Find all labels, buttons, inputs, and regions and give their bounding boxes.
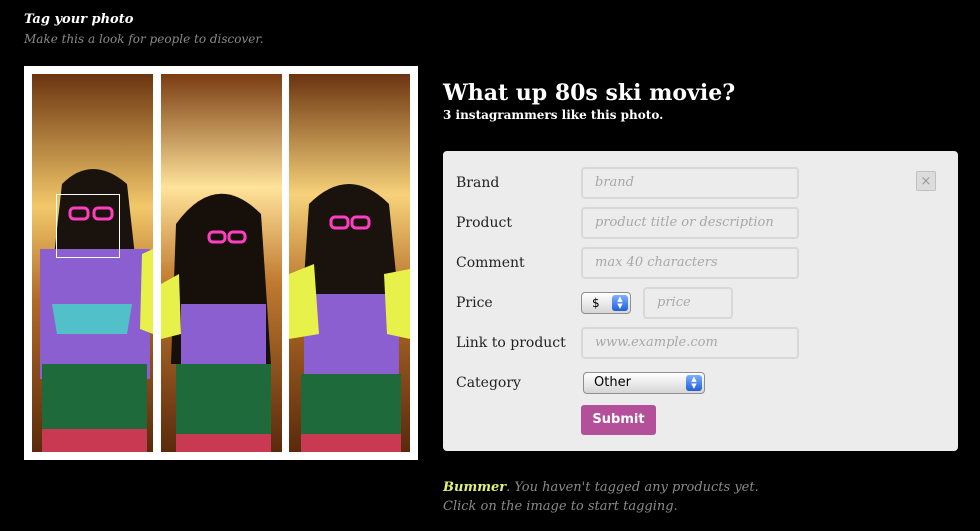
tag-face-box[interactable] (56, 194, 120, 258)
currency-value: $ (592, 296, 600, 310)
status-message: Bummer. You haven't tagged any products … (443, 480, 759, 514)
category-row: Category Other ▲ ▼ (443, 367, 958, 401)
price-row: Price $ ▲ ▼ price (443, 287, 958, 321)
status-line-1: Bummer. You haven't tagged any products … (443, 480, 759, 495)
category-label: Category (456, 375, 521, 391)
product-input[interactable]: product title or description (581, 207, 799, 239)
photo-title: What up 80s ski movie? (443, 80, 736, 106)
select-arrows-icon: ▲ ▼ (686, 375, 702, 391)
currency-select[interactable]: $ ▲ ▼ (581, 292, 631, 314)
link-label: Link to product (456, 335, 566, 351)
page-header: Tag your photo Make this a look for peop… (24, 12, 264, 46)
tag-photo-heading: Tag your photo (24, 12, 134, 27)
product-row: Product product title or description (443, 207, 958, 241)
brand-input[interactable]: brand (581, 167, 799, 199)
photo-panel-3[interactable] (289, 74, 410, 452)
price-label: Price (456, 295, 493, 311)
status-line-1-text: . You haven't tagged any products yet. (506, 480, 759, 495)
status-line-2: Click on the image to start tagging. (443, 499, 678, 514)
photo-panel-1[interactable] (32, 74, 153, 452)
link-input[interactable]: www.example.com (581, 327, 799, 359)
brand-label: Brand (456, 175, 500, 191)
photo-strip[interactable] (24, 66, 418, 460)
bummer-highlight: Bummer (443, 480, 507, 495)
submit-button[interactable]: Submit (581, 405, 656, 435)
brand-row: Brand brand (443, 167, 958, 201)
photo-panel-2[interactable] (161, 74, 282, 452)
price-input[interactable]: price (643, 287, 733, 319)
category-value: Other (594, 375, 631, 390)
tag-form-panel: × Brand brand Product product title or d… (443, 151, 958, 451)
product-label: Product (456, 215, 512, 231)
comment-row: Comment max 40 characters (443, 247, 958, 281)
link-row: Link to product www.example.com (443, 327, 958, 361)
comment-input[interactable]: max 40 characters (581, 247, 799, 279)
category-select[interactable]: Other ▲ ▼ (583, 372, 705, 394)
tag-photo-subtitle: Make this a look for people to discover. (24, 32, 264, 46)
comment-label: Comment (456, 255, 525, 271)
select-arrows-icon: ▲ ▼ (612, 295, 628, 311)
likes-count: 3 instagrammers like this photo. (443, 108, 664, 122)
